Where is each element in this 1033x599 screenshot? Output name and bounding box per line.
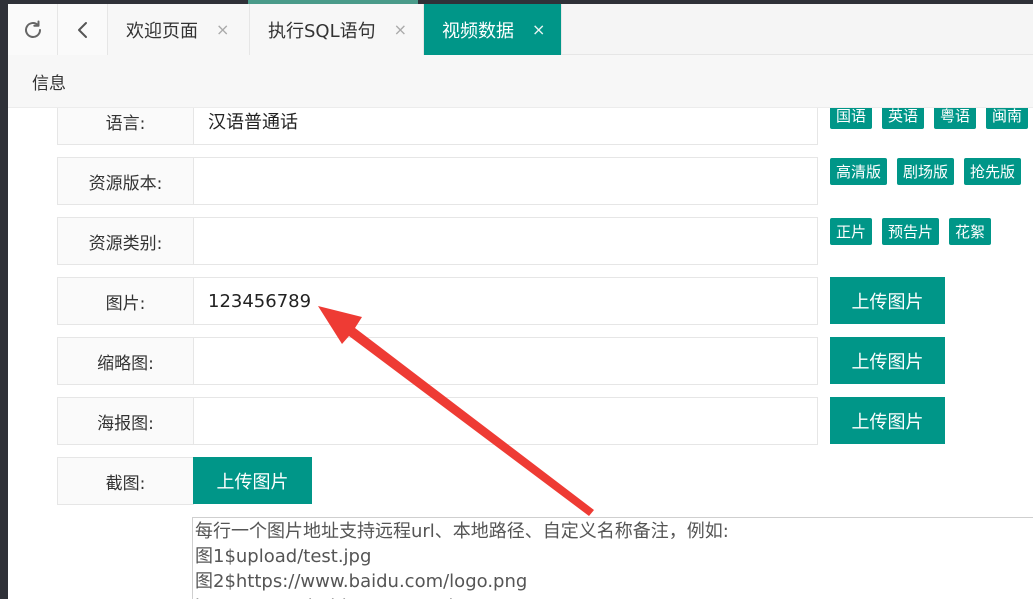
language-tags: 国语 英语 粤语 闽南 (830, 108, 1029, 129)
tab-bar: 欢迎页面 × 执行SQL语句 × 视频数据 × (8, 0, 1033, 55)
tag-english[interactable]: 英语 (882, 108, 925, 129)
tag-cantonese[interactable]: 粤语 (934, 108, 977, 129)
tab-welcome[interactable]: 欢迎页面 × (108, 4, 250, 55)
left-sidebar-edge (0, 0, 8, 599)
screenshot-label: 截图: (57, 457, 194, 505)
screenshot-urls-textarea[interactable]: 每行一个图片地址支持远程url、本地路径、自定义名称备注，例如: 图1$uplo… (192, 517, 1033, 599)
upload-poster-button[interactable]: 上传图片 (830, 397, 945, 444)
tag-theater[interactable]: 剧场版 (897, 158, 955, 185)
language-input[interactable]: 汉语普通话 (193, 108, 818, 145)
upload-screenshot-button[interactable]: 上传图片 (193, 457, 312, 504)
tab-video-data[interactable]: 视频数据 × (424, 4, 562, 55)
close-icon[interactable]: × (532, 20, 545, 39)
tag-trailer[interactable]: 预告片 (882, 218, 940, 245)
close-icon[interactable]: × (216, 20, 229, 39)
poster-input[interactable] (193, 397, 818, 445)
picture-input[interactable]: 123456789 (193, 277, 818, 325)
version-label: 资源版本: (57, 157, 194, 205)
tag-tidbits[interactable]: 花絮 (949, 218, 992, 245)
tag-preview[interactable]: 抢先版 (964, 158, 1022, 185)
card-title: 信息 (32, 73, 66, 94)
tab-label: 欢迎页面 (126, 20, 198, 42)
form-area: 语言: 汉语普通话 国语 英语 粤语 闽南 资源版本: 高清版 剧场版 抢先版 … (8, 108, 1033, 599)
picture-label: 图片: (57, 277, 194, 325)
thumbnail-input[interactable] (193, 337, 818, 385)
refresh-icon (24, 20, 41, 38)
category-label: 资源类别: (57, 217, 194, 265)
version-tags: 高清版 剧场版 抢先版 (830, 158, 1022, 185)
tab-sql[interactable]: 执行SQL语句 × (250, 4, 424, 55)
thumbnail-label: 缩略图: (57, 337, 194, 385)
chevron-left-icon (77, 21, 87, 38)
refresh-button[interactable] (8, 4, 58, 55)
category-tags: 正片 预告片 花絮 (830, 218, 992, 245)
upload-picture-button[interactable]: 上传图片 (830, 277, 945, 324)
language-label: 语言: (57, 108, 194, 145)
card-header: 信息 (8, 55, 1033, 108)
close-icon[interactable]: × (394, 20, 407, 39)
tab-label: 视频数据 (442, 20, 514, 42)
poster-label: 海报图: (57, 397, 194, 445)
tag-hd[interactable]: 高清版 (830, 158, 888, 185)
tag-mandarin[interactable]: 国语 (830, 108, 873, 129)
version-input[interactable] (193, 157, 818, 205)
back-button[interactable] (58, 4, 108, 55)
tag-feature[interactable]: 正片 (830, 218, 873, 245)
tag-minnan[interactable]: 闽南 (986, 108, 1029, 129)
upload-thumbnail-button[interactable]: 上传图片 (830, 337, 945, 384)
app-window: 欢迎页面 × 执行SQL语句 × 视频数据 × 信息 语言: 汉语普通话 国语 … (0, 0, 1033, 599)
tab-label: 执行SQL语句 (268, 20, 376, 42)
category-input[interactable] (193, 217, 818, 265)
